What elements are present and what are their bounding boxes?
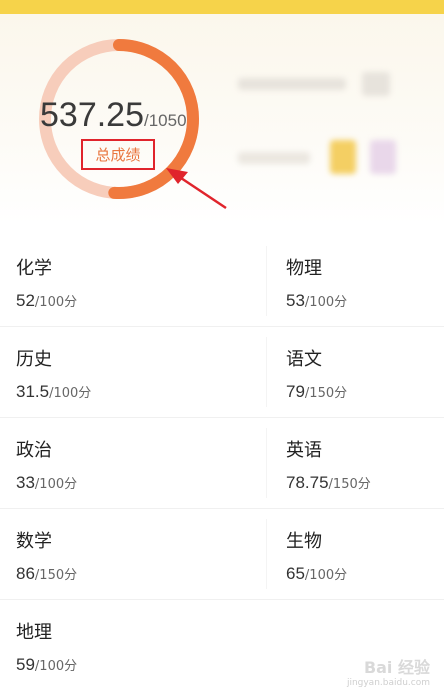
subject-score: 33/100分	[16, 473, 77, 493]
subject-score: 65/100分	[286, 564, 347, 584]
subject-score-max: /150分	[328, 477, 371, 492]
blurred-info-line	[238, 78, 346, 90]
subject-name: 物理	[286, 258, 322, 279]
subject-score-value: 86	[16, 564, 35, 583]
blurred-info-badge	[362, 72, 390, 96]
subject-score-max: /150分	[304, 386, 348, 401]
subject-name: 地理	[16, 622, 52, 643]
subject-score-max: /100分	[304, 568, 348, 583]
total-score-label: 总成绩	[95, 146, 141, 164]
subject-name: 英语	[286, 440, 322, 461]
blurred-info-line	[238, 152, 310, 164]
watermark-logo: Bai 经验	[363, 658, 430, 677]
watermark-url: jingyan.baidu.com	[346, 678, 430, 688]
subject-row: 数学 86/150分 生物 65/100分	[0, 508, 444, 599]
subject-score: 59/100分	[16, 655, 77, 675]
total-score: 537.25/1050	[40, 96, 187, 135]
subject-score: 53/100分	[286, 291, 347, 311]
subject-name: 化学	[16, 258, 52, 279]
red-arrow-annotation	[166, 168, 227, 210]
subject-score-max: /100分	[49, 386, 92, 401]
watermark: Bai 经验 jingyan.baidu.com	[347, 654, 430, 688]
subject-score-value: 79	[286, 382, 305, 401]
subject-score: 52/100分	[16, 291, 77, 311]
subject-score-value: 53	[286, 291, 305, 310]
subject-row: 政治 33/100分 英语 78.75/150分	[0, 417, 444, 508]
subject-name: 政治	[16, 440, 52, 461]
subject-score: 79/150分	[286, 382, 347, 402]
subject-score-value: 31.5	[16, 382, 50, 401]
subject-score-value: 59	[16, 655, 35, 674]
subject-row: 化学 52/100分 物理 53/100分	[0, 236, 444, 326]
subject-score-value: 33	[16, 473, 35, 492]
blurred-info-tag	[330, 140, 356, 174]
subject-score-max: /100分	[34, 295, 78, 310]
subject-score: 31.5/100分	[16, 382, 91, 402]
subject-name: 生物	[286, 531, 322, 552]
subject-row: 历史 31.5/100分 语文 79/150分	[0, 326, 444, 417]
column-divider	[266, 519, 267, 589]
total-label-highlight: 总成绩	[81, 139, 155, 170]
subject-score: 86/150分	[16, 564, 77, 584]
total-score-max: /1050	[144, 111, 187, 130]
subject-score: 78.75/150分	[286, 473, 371, 493]
subject-score-max: /100分	[34, 659, 78, 674]
subject-score-max: /100分	[34, 477, 78, 492]
subject-score-max: /150分	[34, 568, 78, 583]
column-divider	[266, 246, 267, 316]
subject-score-value: 52	[16, 291, 35, 310]
column-divider	[266, 337, 267, 407]
subject-score-value: 65	[286, 564, 305, 583]
subject-name: 数学	[16, 531, 52, 552]
subject-score-max: /100分	[304, 295, 348, 310]
total-score-value: 537.25	[40, 96, 144, 134]
top-header-bar	[0, 0, 444, 14]
subject-name: 语文	[286, 349, 322, 370]
subject-name: 历史	[16, 349, 52, 370]
subject-score-value: 78.75	[286, 473, 329, 492]
subject-score-grid: 化学 52/100分 物理 53/100分 历史 31.5/100分 语文 79/150分 政治…	[0, 236, 444, 690]
blurred-info-tag	[370, 140, 396, 174]
column-divider	[266, 428, 267, 498]
